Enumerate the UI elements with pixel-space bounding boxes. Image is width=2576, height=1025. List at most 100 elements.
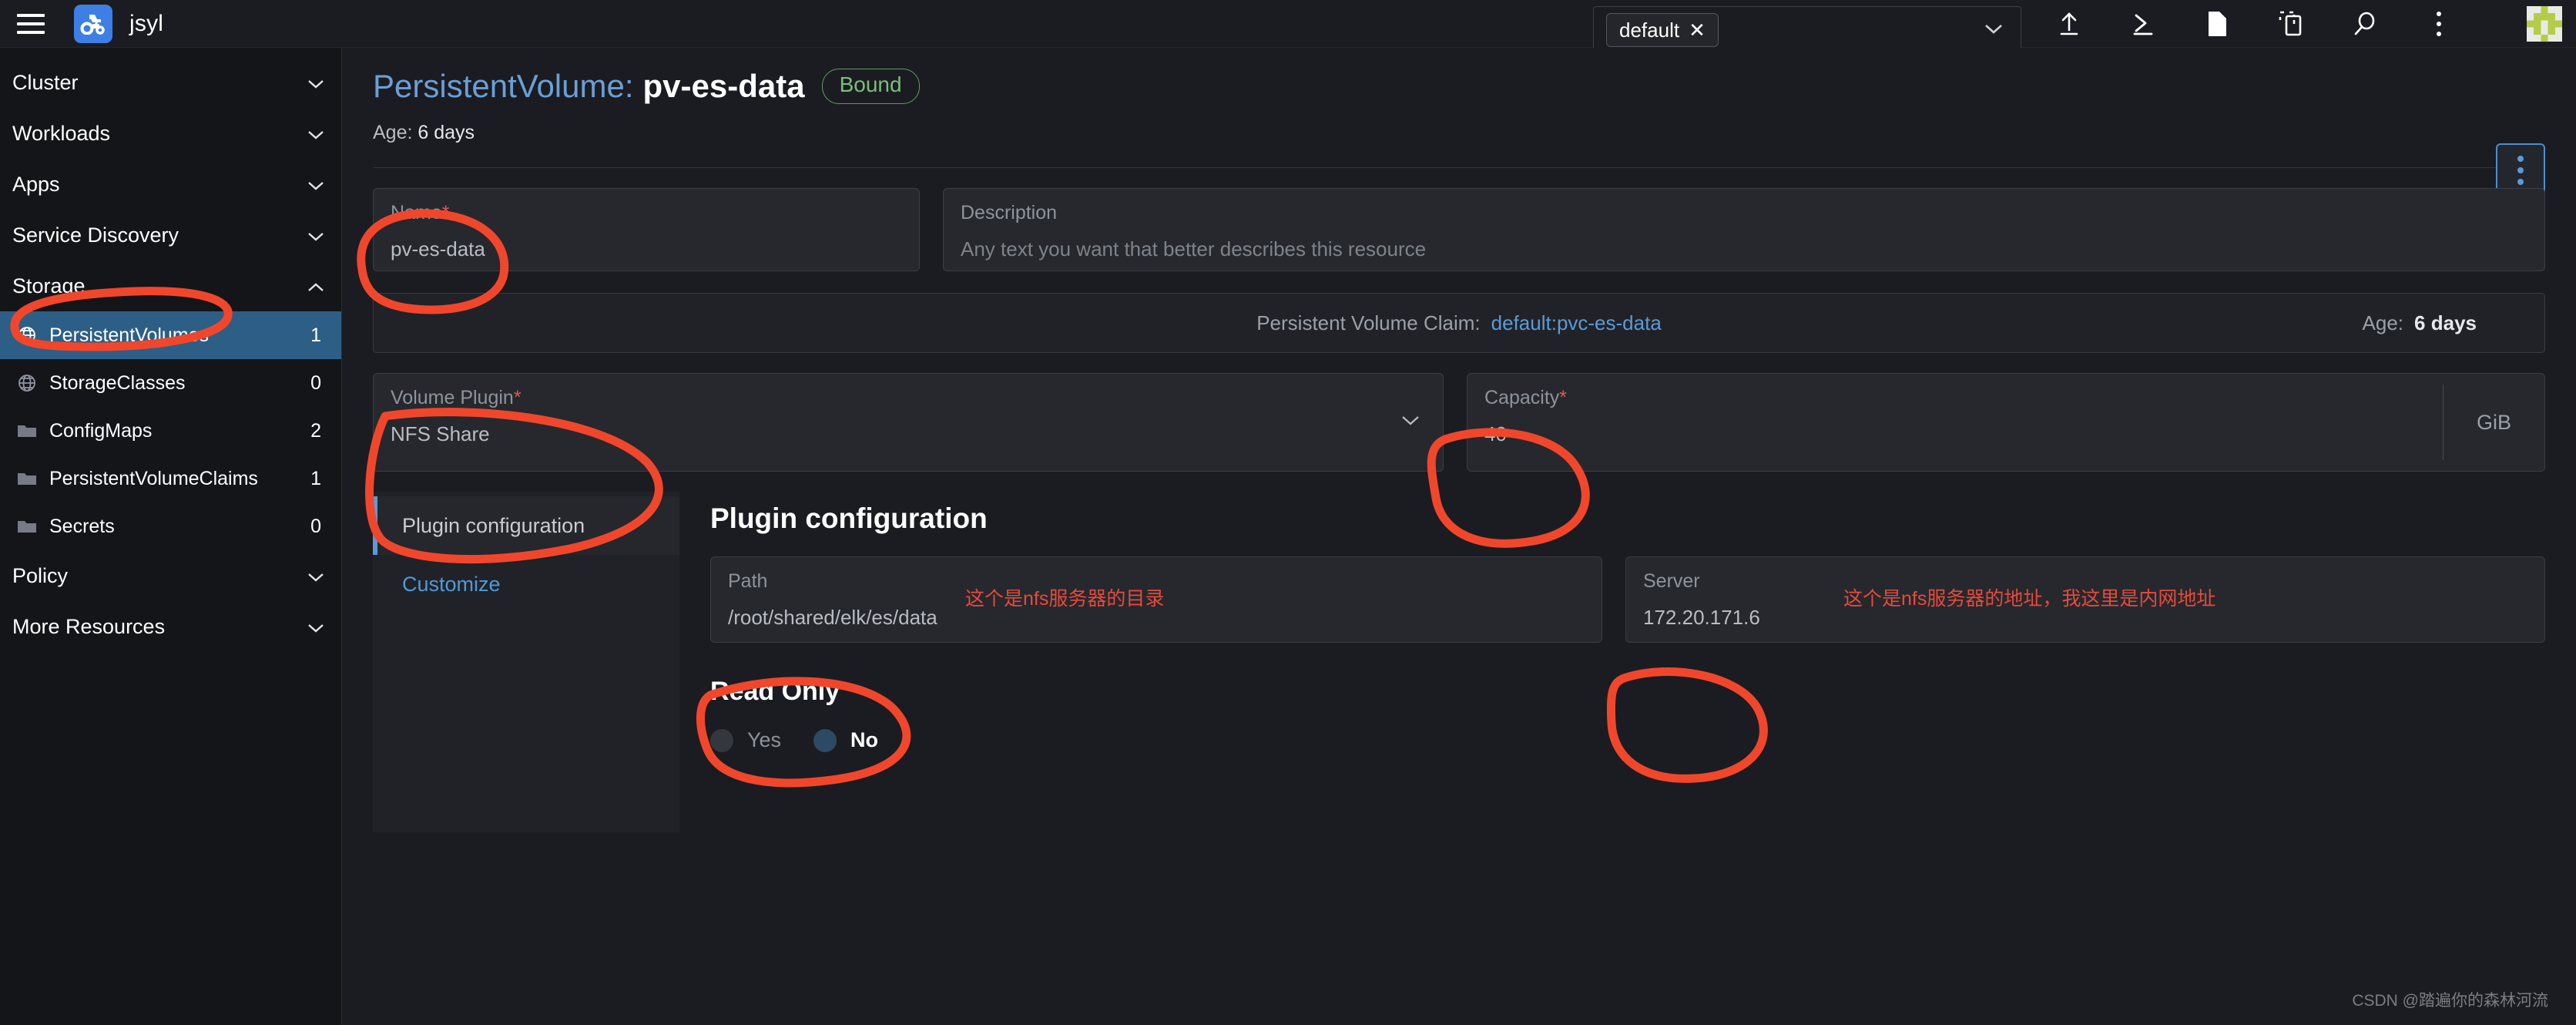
tab-label: Plugin configuration	[402, 513, 585, 537]
sidebar-item-persistentvolumes[interactable]: PersistentVolumes 1	[0, 311, 341, 359]
page-age: Age: 6 days	[373, 122, 2545, 144]
name-input[interactable]: pv-es-data	[391, 237, 902, 261]
top-bar: jsyl default ✕	[0, 0, 2576, 54]
chevron-down-icon[interactable]	[307, 223, 324, 247]
hamburger-icon[interactable]	[17, 13, 45, 34]
read-only-option-yes[interactable]: Yes	[710, 728, 781, 752]
tab-label: Customize	[402, 572, 501, 596]
download-kubeconfig-icon[interactable]	[2197, 4, 2237, 44]
chevron-up-icon[interactable]	[307, 274, 324, 298]
claim-age-value: 6 days	[2414, 311, 2477, 334]
sidebar-item-count: 0	[310, 515, 321, 537]
volume-plugin-label: Volume Plugin*	[391, 386, 1426, 410]
sidebar-group-service-discovery[interactable]: Service Discovery	[0, 210, 341, 260]
radio-icon-selected[interactable]	[813, 728, 837, 752]
sidebar-group-label: More Resources	[12, 614, 166, 638]
sidebar-item-count: 0	[310, 371, 321, 394]
sidebar-group-apps[interactable]: Apps	[0, 159, 341, 210]
tab-customize[interactable]: Customize	[373, 555, 679, 613]
page-age-value: 6 days	[418, 122, 475, 143]
read-only-option-no[interactable]: No	[813, 728, 878, 752]
header-divider	[373, 167, 2545, 168]
folder-icon	[17, 422, 43, 439]
path-server-row: Path /root/shared/elk/es/data 这个是nfs服务器的…	[710, 556, 2545, 643]
copy-kubeconfig-icon[interactable]	[2271, 4, 2311, 44]
page-title-kind[interactable]: PersistentVolume:	[373, 68, 634, 105]
volume-plugin-select[interactable]: Volume Plugin* NFS Share	[373, 373, 1444, 472]
claim-age: Age: 6 days	[2363, 311, 2477, 335]
chevron-down-icon[interactable]	[307, 564, 324, 588]
capacity-input[interactable]: 40	[1484, 422, 2527, 446]
import-yaml-icon[interactable]	[2049, 4, 2089, 44]
search-icon[interactable]	[2345, 4, 2385, 44]
volume-plugin-label-text: Volume Plugin	[391, 387, 514, 408]
read-only-option-label: Yes	[747, 728, 782, 751]
brand-name: jsyl	[129, 10, 164, 36]
chevron-down-icon[interactable]	[1401, 415, 1420, 430]
folder-icon	[17, 518, 43, 535]
chevron-down-icon[interactable]	[307, 173, 324, 197]
kubectl-shell-icon[interactable]	[2123, 4, 2163, 44]
chevron-down-icon[interactable]	[307, 615, 324, 639]
user-avatar[interactable]	[2527, 6, 2562, 42]
globe-icon	[17, 373, 43, 393]
description-field[interactable]: Description Any text you want that bette…	[943, 188, 2545, 271]
persistent-volume-claim-bar: Persistent Volume Claim: default:pvc-es-…	[373, 293, 2545, 353]
path-field[interactable]: Path /root/shared/elk/es/data 这个是nfs服务器的…	[710, 556, 1602, 643]
more-actions-icon[interactable]	[2419, 4, 2459, 44]
close-icon[interactable]: ✕	[1689, 20, 1706, 40]
plugin-capacity-row: Volume Plugin* NFS Share Capacity* 40 Gi…	[373, 373, 2545, 472]
namespace-chip[interactable]: default ✕	[1606, 13, 1719, 47]
radio-icon[interactable]	[710, 728, 733, 752]
sidebar-group-more-resources[interactable]: More Resources	[0, 601, 341, 652]
required-marker: *	[1559, 387, 1567, 408]
name-description-row: Name* pv-es-data Description Any text yo…	[373, 188, 2545, 271]
name-field-label: Name*	[391, 201, 902, 225]
sidebar-group-cluster[interactable]: Cluster	[0, 57, 341, 108]
chevron-down-icon[interactable]	[307, 122, 324, 146]
read-only-title: Read Only	[710, 677, 840, 706]
sidebar-group-label: Service Discovery	[12, 223, 179, 247]
namespace-selector[interactable]: default ✕	[1593, 6, 2021, 54]
sidebar-item-secrets[interactable]: Secrets 0	[0, 502, 341, 550]
sidebar-group-label: Workloads	[12, 121, 111, 145]
sidebar-group-policy[interactable]: Policy	[0, 550, 341, 601]
sidebar-group-label: Policy	[12, 563, 69, 587]
server-annotation-note: 这个是nfs服务器的地址，我这里是内网地址	[1843, 588, 2216, 610]
sidebar-group-label: Cluster	[12, 70, 79, 94]
sidebar-item-storageclasses[interactable]: StorageClasses 0	[0, 359, 341, 407]
claim-link[interactable]: default:pvc-es-data	[1491, 311, 1662, 335]
plugin-configuration-panel: Plugin configuration Path /root/shared/e…	[679, 492, 2545, 832]
watermark: CSDN @踏遍你的森林河流	[2352, 992, 2548, 1010]
sidebar-item-label: Secrets	[49, 515, 115, 537]
sidebar-item-label: StorageClasses	[49, 371, 186, 394]
server-field[interactable]: Server 172.20.171.6 这个是nfs服务器的地址，我这里是内网地…	[1625, 556, 2545, 643]
chevron-down-icon[interactable]	[307, 71, 324, 95]
description-input[interactable]: Any text you want that better describes …	[961, 237, 2527, 261]
sidebar-item-label: PersistentVolumeClaims	[49, 467, 258, 489]
tab-list: Plugin configuration Customize	[373, 492, 679, 832]
toolbar-icons	[2049, 0, 2459, 48]
required-marker: *	[441, 202, 450, 223]
sidebar-group-storage[interactable]: Storage	[0, 260, 341, 311]
chevron-down-icon[interactable]	[1984, 22, 2004, 39]
volume-plugin-value: NFS Share	[391, 422, 490, 446]
capacity-field[interactable]: Capacity* 40 GiB	[1467, 373, 2545, 472]
claim-info: Persistent Volume Claim: default:pvc-es-…	[1256, 311, 1662, 335]
plugin-tabs-wrapper: Plugin configuration Customize Plugin co…	[373, 492, 2545, 832]
sidebar-group-workloads[interactable]: Workloads	[0, 108, 341, 159]
sidebar-item-configmaps[interactable]: ConfigMaps 2	[0, 407, 341, 455]
path-annotation-note: 这个是nfs服务器的目录	[965, 588, 1165, 610]
sidebar-item-label: ConfigMaps	[49, 419, 153, 442]
capacity-label-text: Capacity	[1484, 387, 1560, 408]
rancher-tractor-logo[interactable]	[74, 4, 112, 43]
sidebar-item-count: 1	[310, 467, 321, 489]
description-field-label: Description	[961, 202, 1058, 223]
read-only-radio-group: Yes No	[710, 728, 2545, 752]
sidebar-item-label: PersistentVolumes	[49, 324, 210, 346]
name-field[interactable]: Name* pv-es-data	[373, 188, 920, 271]
claim-age-label: Age:	[2362, 311, 2404, 334]
sidebar-item-persistentvolumeclaims[interactable]: PersistentVolumeClaims 1	[0, 455, 341, 502]
tab-plugin-configuration[interactable]: Plugin configuration	[373, 496, 679, 555]
status-badge: Bound	[821, 69, 920, 104]
